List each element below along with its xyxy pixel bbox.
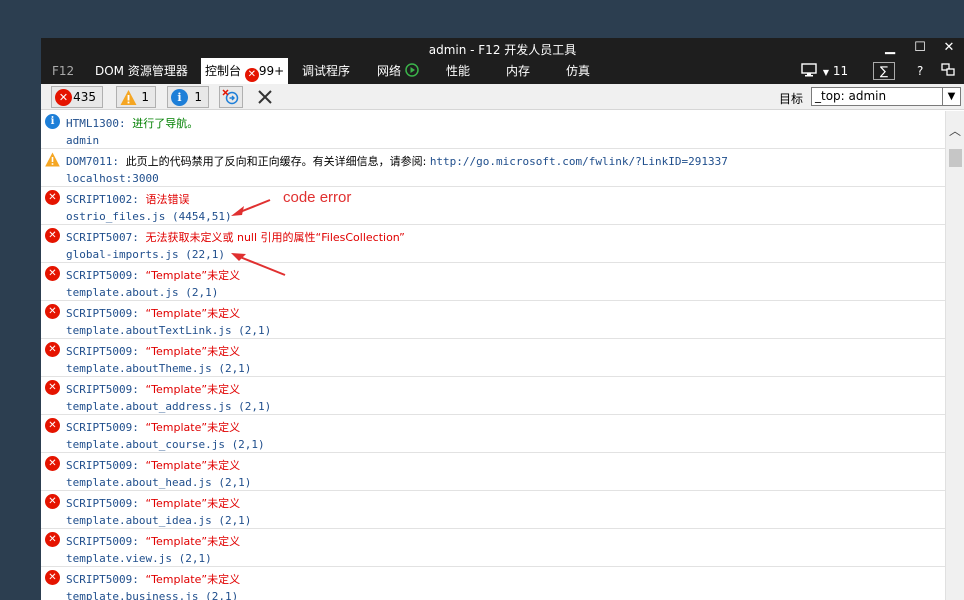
annotation-arrows <box>231 199 286 276</box>
arrow-to-global-imports <box>231 253 286 276</box>
arrow-to-syntax-error <box>231 199 271 216</box>
